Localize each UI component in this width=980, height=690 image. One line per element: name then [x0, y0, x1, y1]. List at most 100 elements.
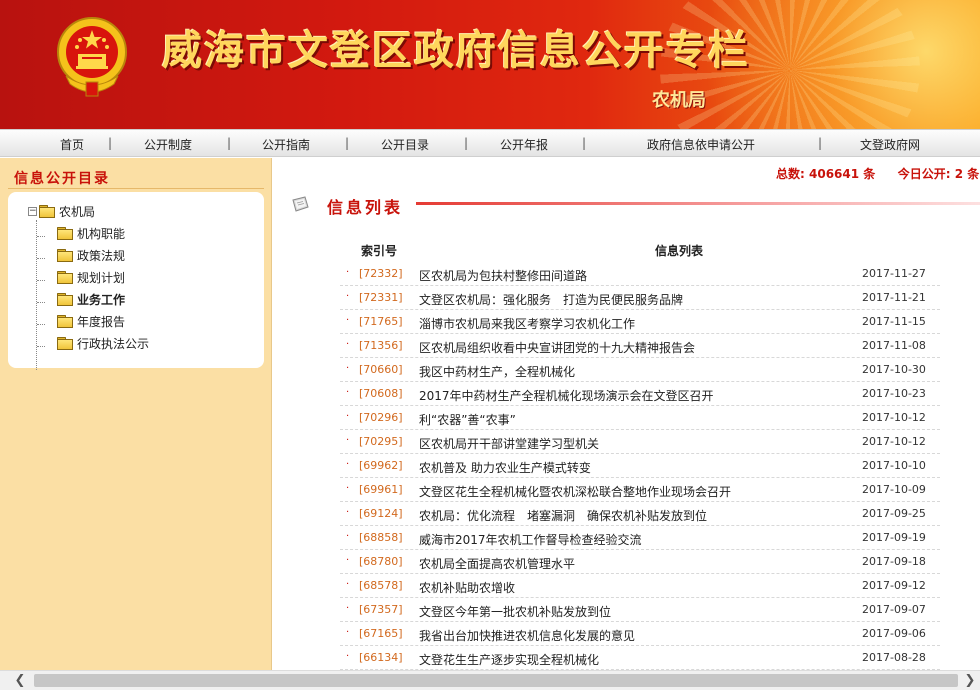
tree-item-business-work[interactable]: 业务工作: [57, 289, 125, 309]
index-number-link[interactable]: [71356]: [359, 339, 403, 352]
index-number-link[interactable]: [69961]: [359, 483, 403, 496]
folder-icon: [57, 337, 73, 350]
table-row[interactable]: · [69962] 农机普及 助力农业生产模式转变 2017-10-10: [340, 454, 940, 478]
article-title-link[interactable]: 区农机局为包扶村整修田间道路: [419, 267, 587, 284]
nav-disclosure-catalog[interactable]: 公开目录: [381, 136, 429, 153]
article-title-link[interactable]: 文登花生生产逐步实现全程机械化: [419, 651, 599, 668]
index-number-link[interactable]: [70296]: [359, 411, 403, 424]
publish-date: 2017-09-07: [862, 603, 926, 616]
article-title-link[interactable]: 农机局：优化流程 堵塞漏洞 确保农机补贴发放到位: [419, 507, 707, 524]
total-value: 406641: [809, 167, 860, 181]
index-number-link[interactable]: [70608]: [359, 387, 403, 400]
bullet-icon: ·: [346, 531, 350, 542]
article-title-link[interactable]: 农机补贴助农增收: [419, 579, 515, 596]
article-title-link[interactable]: 文登区农机局：强化服务 打造为民便民服务品牌: [419, 291, 683, 308]
tree-connector: [37, 280, 45, 281]
table-row[interactable]: · [71765] 淄博市农机局来我区考察学习农机化工作 2017-11-15: [340, 310, 940, 334]
tree-connector: [37, 236, 45, 237]
index-number-link[interactable]: [68578]: [359, 579, 403, 592]
tree-item-enforcement-disclosure[interactable]: 行政执法公示: [57, 333, 149, 353]
nav-wendeng-gov-site[interactable]: 文登政府网: [860, 136, 920, 153]
scroll-right-icon[interactable]: ❯: [962, 673, 978, 689]
publish-date: 2017-09-06: [862, 627, 926, 640]
index-number-link[interactable]: [72331]: [359, 291, 403, 304]
article-title-link[interactable]: 区农机局组织收看中央宣讲团党的十九大精神报告会: [419, 339, 695, 356]
article-title-link[interactable]: 区农机局开干部讲堂建学习型机关: [419, 435, 599, 452]
tree-item-label: 机构职能: [77, 226, 126, 241]
nav-separator: |: [464, 136, 469, 150]
nav-annual-report[interactable]: 公开年报: [500, 136, 548, 153]
bullet-icon: ·: [346, 651, 350, 662]
tree-item-plans[interactable]: 规划计划: [57, 267, 125, 287]
bullet-icon: ·: [346, 435, 350, 446]
table-row[interactable]: · [67165] 我省出台加快推进农机信息化发展的意见 2017-09-06: [340, 622, 940, 646]
nav-request-disclosure[interactable]: 政府信息依申请公开: [647, 136, 755, 153]
nav-home[interactable]: 首页: [60, 136, 84, 153]
nav-disclosure-system[interactable]: 公开制度: [144, 136, 192, 153]
article-title-link[interactable]: 文登区今年第一批农机补贴发放到位: [419, 603, 611, 620]
publish-date: 2017-09-12: [862, 579, 926, 592]
table-row[interactable]: · [68858] 威海市2017年农机工作督导检查经验交流 2017-09-19: [340, 526, 940, 550]
table-row[interactable]: · [70608] 2017年中药材生产全程机械化现场演示会在文登区召开 2017-1…: [340, 382, 940, 406]
table-row[interactable]: · [68780] 农机局全面提高农机管理水平 2017-09-18: [340, 550, 940, 574]
table-row[interactable]: · [67357] 文登区今年第一批农机补贴发放到位 2017-09-07: [340, 598, 940, 622]
publish-date: 2017-10-10: [862, 459, 926, 472]
tree-item-annual-report[interactable]: 年度报告: [57, 311, 125, 331]
index-number-link[interactable]: [68780]: [359, 555, 403, 568]
bullet-icon: ·: [346, 459, 350, 470]
folder-icon: [57, 227, 73, 240]
heading-underline: [416, 202, 980, 205]
collapse-toggle-icon[interactable]: −: [28, 206, 37, 216]
article-title-link[interactable]: 利“农器”善“农事”: [419, 411, 516, 428]
bullet-icon: ·: [346, 363, 350, 374]
table-row[interactable]: · [66134] 文登花生生产逐步实现全程机械化 2017-08-28: [340, 646, 940, 670]
index-number-link[interactable]: [69962]: [359, 459, 403, 472]
table-row[interactable]: · [70660] 我区中药材生产，全程机械化 2017-10-30: [340, 358, 940, 382]
scrollbar-thumb[interactable]: [34, 674, 958, 687]
nav-disclosure-guide[interactable]: 公开指南: [262, 136, 310, 153]
table-row[interactable]: · [69961] 文登区花生全程机械化暨农机深松联合整地作业现场会召开 2017-1…: [340, 478, 940, 502]
table-row[interactable]: · [71356] 区农机局组织收看中央宣讲团党的十九大精神报告会 2017-11-0…: [340, 334, 940, 358]
article-title-link[interactable]: 2017年中药材生产全程机械化现场演示会在文登区召开: [419, 387, 714, 404]
tree-item-label: 政策法规: [77, 248, 126, 263]
table-row[interactable]: · [70296] 利“农器”善“农事” 2017-10-12: [340, 406, 940, 430]
index-number-link[interactable]: [69124]: [359, 507, 403, 520]
national-emblem-icon: [57, 17, 127, 97]
table-row[interactable]: · [72332] 区农机局为包扶村整修田间道路 2017-11-27: [340, 262, 940, 286]
bullet-icon: ·: [346, 267, 350, 278]
tree-connector: [37, 258, 45, 259]
horizontal-scrollbar[interactable]: ❮ ❯: [0, 670, 980, 690]
index-number-link[interactable]: [71765]: [359, 315, 403, 328]
article-title-link[interactable]: 威海市2017年农机工作督导检查经验交流: [419, 531, 642, 548]
tree-connector: [37, 324, 45, 325]
article-title-link[interactable]: 农机局全面提高农机管理水平: [419, 555, 575, 572]
article-title-link[interactable]: 文登区花生全程机械化暨农机深松联合整地作业现场会召开: [419, 483, 731, 500]
table-row[interactable]: · [72331] 文登区农机局：强化服务 打造为民便民服务品牌 2017-11-21: [340, 286, 940, 310]
tree-item-policies-regulations[interactable]: 政策法规: [57, 245, 125, 265]
table-row[interactable]: · [70295] 区农机局开干部讲堂建学习型机关 2017-10-12: [340, 430, 940, 454]
index-number-link[interactable]: [70295]: [359, 435, 403, 448]
tree-root-nongjiju[interactable]: − 农机局: [28, 201, 95, 221]
index-number-link[interactable]: [72332]: [359, 267, 403, 280]
tree-root-label: 农机局: [59, 204, 96, 219]
bullet-icon: ·: [346, 627, 350, 638]
table-row[interactable]: · [69124] 农机局：优化流程 堵塞漏洞 确保农机补贴发放到位 2017-09-…: [340, 502, 940, 526]
index-number-link[interactable]: [67165]: [359, 627, 403, 640]
article-title-link[interactable]: 淄博市农机局来我区考察学习农机化工作: [419, 315, 635, 332]
column-header-title: 信息列表: [655, 244, 704, 258]
article-title-link[interactable]: 我区中药材生产，全程机械化: [419, 363, 575, 380]
publish-date: 2017-10-23: [862, 387, 926, 400]
index-number-link[interactable]: [68858]: [359, 531, 403, 544]
tree-item-institution-functions[interactable]: 机构职能: [57, 223, 125, 243]
total-label: 总数:: [776, 167, 805, 181]
index-number-link[interactable]: [66134]: [359, 651, 403, 664]
header-banner: 威海市文登区政府信息公开专栏 农机局: [0, 0, 980, 129]
article-title-link[interactable]: 我省出台加快推进农机信息化发展的意见: [419, 627, 635, 644]
sidebar-divider: [8, 188, 264, 189]
bullet-icon: ·: [346, 411, 350, 422]
table-row[interactable]: · [68578] 农机补贴助农增收 2017-09-12: [340, 574, 940, 598]
article-title-link[interactable]: 农机普及 助力农业生产模式转变: [419, 459, 591, 476]
index-number-link[interactable]: [67357]: [359, 603, 403, 616]
index-number-link[interactable]: [70660]: [359, 363, 403, 376]
scroll-left-icon[interactable]: ❮: [12, 673, 28, 689]
